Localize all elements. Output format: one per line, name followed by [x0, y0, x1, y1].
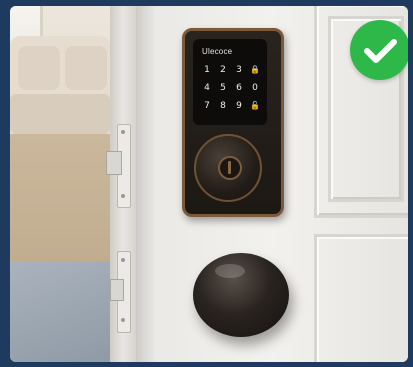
lock-brand-logo: Ulecoce: [202, 47, 233, 56]
door-panel-lower: [314, 234, 408, 362]
smart-lock-keypad: Ulecoce 1 2 3 🔒 4 5 6 0 7 8 9 🔓: [182, 28, 284, 217]
sofa-cushion: [65, 46, 107, 90]
screw: [121, 194, 125, 198]
checkmark-badge: [350, 20, 408, 80]
keypad-key: 4: [204, 83, 210, 93]
keypad-key: 0: [252, 83, 258, 93]
sofa-cushion: [18, 46, 60, 90]
keypad-key: 3: [236, 65, 242, 75]
latch-bolt: [110, 279, 124, 301]
deadbolt-bolt: [106, 151, 122, 175]
sofa-seat: [10, 94, 110, 134]
keypad-key: 5: [220, 83, 226, 93]
deadbolt-cylinder: [194, 134, 262, 202]
screw: [121, 318, 125, 322]
keypad-key: 7: [204, 101, 210, 111]
keypad-key: 8: [220, 101, 226, 111]
product-photo: Ulecoce 1 2 3 🔒 4 5 6 0 7 8 9 🔓: [10, 6, 408, 362]
keyhole: [218, 156, 242, 180]
lock-icon: 🔒: [250, 65, 260, 74]
keypad-key: 9: [236, 101, 242, 111]
checkmark-icon: [364, 39, 397, 63]
keypad-key: 6: [236, 83, 242, 93]
keyhole-slot: [228, 161, 231, 174]
screw: [121, 130, 125, 134]
keypad-key: 1: [204, 65, 210, 75]
screw: [121, 258, 125, 262]
knob-highlight: [215, 264, 245, 278]
keypad-key: 2: [220, 65, 226, 75]
image-frame: Ulecoce 1 2 3 🔒 4 5 6 0 7 8 9 🔓: [0, 0, 413, 367]
keypad-panel: Ulecoce 1 2 3 🔒 4 5 6 0 7 8 9 🔓: [193, 39, 267, 125]
background-rug: [10, 261, 115, 362]
unlock-icon: 🔓: [250, 101, 260, 110]
door-shadow: [136, 6, 156, 362]
